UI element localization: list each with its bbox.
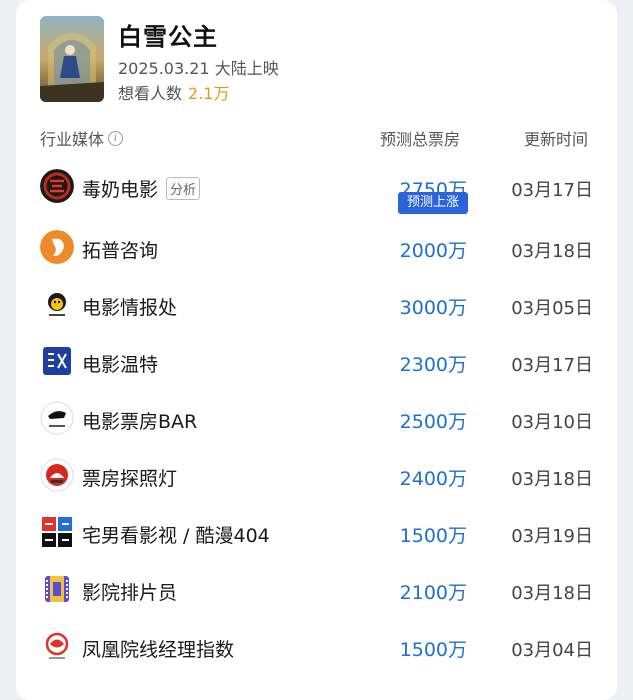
header-update-time: 更新时间 [524, 130, 589, 149]
predicted-box-office: 2100万 [399, 582, 467, 604]
list-item[interactable]: 票房探照灯 2400万 03月18日 [0, 456, 633, 496]
media-name: 毒奶电影 分析 [82, 175, 201, 202]
predicted-box-office: 1500万 [399, 639, 467, 661]
header-box-office: 预测总票房 [380, 130, 461, 149]
want-to-see: 想看人数 2.1万 [118, 80, 229, 104]
info-icon[interactable]: i [108, 130, 124, 146]
wente-logo-icon [40, 344, 74, 378]
update-date: 03月18日 [511, 241, 593, 262]
prediction-up-badge: 预测上涨 [398, 192, 468, 214]
update-date: 03月04日 [511, 640, 593, 661]
header-media: 行业媒体 i [40, 126, 124, 150]
media-name: 凤凰院线经理指数 [82, 639, 235, 661]
update-date: 03月18日 [511, 469, 593, 490]
predicted-box-office: 3000万 [399, 297, 467, 319]
zhainan-logo-icon [40, 515, 74, 549]
list-item[interactable]: 电影票房BAR 2500万 03月10日 [0, 399, 633, 439]
update-date: 03月17日 [511, 180, 593, 201]
movie-title: 白雪公主 [118, 23, 218, 51]
media-name: 电影情报处 [82, 297, 178, 319]
piaofangbar-logo-icon [40, 401, 74, 435]
tanzhaodeng-logo-icon [40, 458, 74, 492]
want-label: 想看人数 [118, 84, 183, 103]
predicted-box-office: 2500万 [399, 411, 467, 433]
list-item[interactable]: 电影温特 2300万 03月17日 [0, 342, 633, 382]
update-date: 03月18日 [511, 583, 593, 604]
media-name: 影院排片员 [82, 582, 178, 604]
list-item[interactable]: 电影情报处 3000万 03月05日 [0, 285, 633, 325]
list-item[interactable]: 拓普咨询 2000万 03月18日 [0, 228, 633, 268]
qingbaochu-logo-icon [40, 287, 74, 321]
list-item[interactable]: 影院排片员 2100万 03月18日 [0, 570, 633, 610]
dunai-logo-icon [40, 169, 74, 203]
want-count: 2.1万 [188, 84, 230, 103]
media-name: 宅男看影视 / 酷漫404 [82, 525, 270, 547]
predicted-box-office: 2300万 [399, 354, 467, 376]
movie-poster[interactable] [40, 16, 104, 102]
media-name: 电影温特 [82, 354, 159, 376]
media-name: 电影票房BAR [82, 411, 198, 433]
header-media-label: 行业媒体 [40, 130, 105, 149]
predicted-box-office: 2400万 [399, 468, 467, 490]
predicted-box-office: 1500万 [399, 525, 467, 547]
update-date: 03月05日 [511, 298, 593, 319]
update-date: 03月19日 [511, 526, 593, 547]
release-info: 2025.03.21 大陆上映 [118, 59, 279, 78]
list-item[interactable]: 宅男看影视 / 酷漫404 1500万 03月19日 [0, 513, 633, 553]
tuopu-logo-icon [40, 230, 74, 264]
list-item[interactable]: 凤凰院线经理指数 1500万 03月04日 [0, 627, 633, 667]
update-date: 03月10日 [511, 412, 593, 433]
media-name: 票房探照灯 [82, 468, 178, 490]
fenghuang-logo-icon [40, 629, 74, 663]
analysis-tag[interactable]: 分析 [166, 177, 201, 200]
media-name: 拓普咨询 [82, 240, 159, 262]
list-item[interactable]: 毒奶电影 分析 2750万 03月17日 [0, 167, 633, 207]
paipianyuan-logo-icon [40, 572, 74, 606]
predicted-box-office: 2000万 [399, 240, 467, 262]
update-date: 03月17日 [511, 355, 593, 376]
